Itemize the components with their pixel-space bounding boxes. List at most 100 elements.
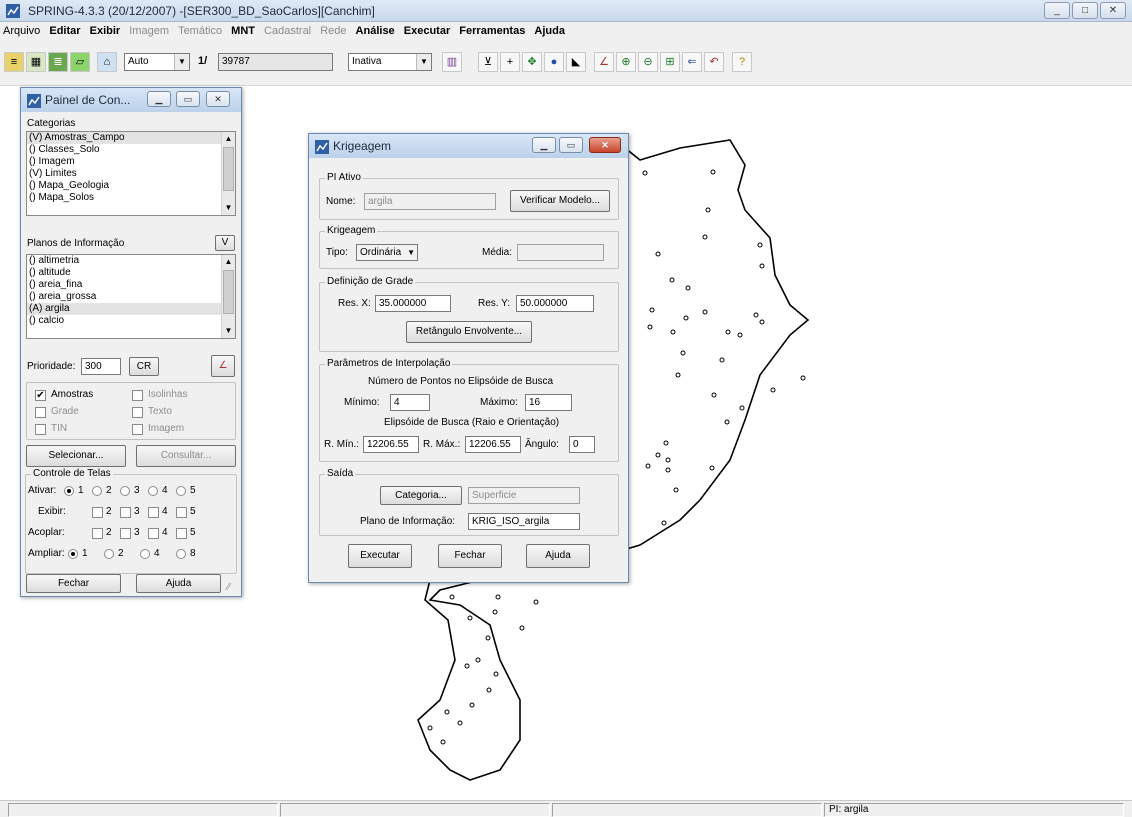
tin-checkbox[interactable] (35, 424, 46, 435)
acoplar-3-checkbox[interactable] (120, 528, 131, 539)
pi-ativo-label: PI Ativo (325, 172, 363, 183)
tipo-value: Ordinária (360, 247, 402, 258)
list-item[interactable]: (A) argila (27, 303, 235, 315)
planos-list[interactable]: () altimetria () altitude () areia_fina … (26, 254, 236, 339)
close-button[interactable]: ✕ (589, 137, 621, 153)
resy-label: Res. Y: (478, 298, 511, 309)
ativar-5-radio[interactable] (176, 486, 186, 496)
scrollbar[interactable]: ▲ ▼ (221, 132, 235, 215)
parametros-label: Parâmetros de Interpolação (325, 358, 453, 369)
exibir-3-label: 3 (134, 506, 140, 517)
krigeagem-titlebar: Krigeagem ▁ ▭ ✕ (309, 134, 628, 158)
ativar-3-radio[interactable] (120, 486, 130, 496)
resx-input[interactable]: 35.000000 (375, 295, 451, 312)
imagem-checkbox[interactable] (132, 424, 143, 435)
selecionar-button[interactable]: Selecionar... (26, 445, 126, 467)
krigeagem-group: Krigeagem Tipo: Ordinária ▼ Média: (319, 225, 619, 269)
list-item[interactable]: (V) Amostras_Campo (27, 132, 235, 144)
exibir-label: Exibir: (38, 506, 66, 517)
list-item[interactable]: () Imagem (27, 156, 235, 168)
list-item[interactable]: () areia_fina (27, 279, 235, 291)
controle-telas-label: Controle de Telas (31, 468, 113, 479)
isolinhas-checkbox[interactable] (132, 390, 143, 401)
acoplar-5-checkbox[interactable] (176, 528, 187, 539)
categorias-list[interactable]: (V) Amostras_Campo () Classes_Solo () Im… (26, 131, 236, 216)
list-item[interactable]: () calcio (27, 315, 235, 327)
resize-grip-icon[interactable]: ⁄⁄ (227, 582, 230, 593)
maximo-label: Máximo: (480, 397, 518, 408)
ativar-1-radio[interactable] (64, 486, 74, 496)
list-item[interactable]: () altimetria (27, 255, 235, 267)
resy-input[interactable]: 50.000000 (516, 295, 594, 312)
ampliar-2-radio[interactable] (104, 549, 114, 559)
ampliar-label: Ampliar: (28, 548, 65, 559)
nome-field: argila (364, 193, 496, 210)
amostras-checkbox[interactable]: ✔ (35, 390, 46, 401)
tipo-select[interactable]: Ordinária ▼ (356, 244, 418, 261)
close-button[interactable]: ✕ (206, 91, 230, 107)
panel-fechar-button[interactable]: Fechar (26, 574, 121, 593)
list-item[interactable]: () Mapa_Solos (27, 192, 235, 204)
scrollbar[interactable]: ▲ ▼ (221, 255, 235, 338)
maximize-button[interactable]: ▭ (559, 137, 583, 153)
edit-visual-icon[interactable]: ∠ (211, 355, 235, 377)
control-panel-window: Painel de Con... ▁ ▭ ✕ Categorias (V) Am… (20, 87, 242, 597)
scroll-thumb[interactable] (223, 147, 234, 191)
scroll-up-icon[interactable]: ▲ (222, 132, 235, 146)
ampliar-8-label: 8 (190, 548, 196, 559)
exibir-2-checkbox[interactable] (92, 507, 103, 518)
ampliar-4-radio[interactable] (140, 549, 150, 559)
exibir-3-checkbox[interactable] (120, 507, 131, 518)
prioridade-label: Prioridade: (27, 361, 76, 372)
ativar-4-radio[interactable] (148, 486, 158, 496)
planos-v-button[interactable]: V (215, 235, 235, 251)
cr-button[interactable]: CR (129, 357, 159, 376)
acoplar-4-checkbox[interactable] (148, 528, 159, 539)
prioridade-input[interactable]: 300 (81, 358, 121, 375)
list-item[interactable]: () areia_grossa (27, 291, 235, 303)
consultar-button[interactable]: Consultar... (136, 445, 236, 467)
scroll-down-icon[interactable]: ▼ (222, 324, 235, 338)
scroll-down-icon[interactable]: ▼ (222, 201, 235, 215)
ampliar-1-radio[interactable] (68, 549, 78, 559)
rmax-input[interactable]: 12206.55 (465, 436, 521, 453)
list-item[interactable]: (V) Limites (27, 168, 235, 180)
display-options-group: ✔ Amostras Isolinhas Grade Texto TIN Ima… (26, 382, 236, 440)
exibir-5-checkbox[interactable] (176, 507, 187, 518)
definicao-grade-label: Definição de Grade (325, 276, 416, 287)
window-icon (27, 94, 41, 108)
fechar-button[interactable]: Fechar (438, 544, 502, 568)
list-item[interactable]: () Classes_Solo (27, 144, 235, 156)
categoria-button[interactable]: Categoria... (380, 486, 462, 505)
amostras-label: Amostras (51, 389, 94, 400)
panel-ajuda-button[interactable]: Ajuda (136, 574, 221, 593)
tin-label: TIN (51, 423, 68, 434)
ampliar-8-radio[interactable] (176, 549, 186, 559)
list-item[interactable]: () altitude (27, 267, 235, 279)
exibir-4-checkbox[interactable] (148, 507, 159, 518)
maximo-input[interactable]: 16 (525, 394, 572, 411)
minimize-button[interactable]: ▁ (147, 91, 171, 107)
minimize-button[interactable]: ▁ (532, 137, 556, 153)
grade-checkbox[interactable] (35, 407, 46, 418)
status-cell-1 (8, 803, 278, 817)
rmin-input[interactable]: 12206.55 (363, 436, 419, 453)
imagem-label: Imagem (148, 423, 185, 434)
retangulo-envolvente-button[interactable]: Retângulo Envolvente... (406, 321, 532, 343)
scroll-up-icon[interactable]: ▲ (222, 255, 235, 269)
executar-button[interactable]: Executar (348, 544, 412, 568)
planos-label: Planos de Informação (27, 238, 125, 249)
verificar-modelo-button[interactable]: Verificar Modelo... (510, 190, 610, 212)
ativar-2-radio[interactable] (92, 486, 102, 496)
acoplar-2-checkbox[interactable] (92, 528, 103, 539)
list-item[interactable]: () Mapa_Geologia (27, 180, 235, 192)
minimo-input[interactable]: 4 (390, 394, 430, 411)
scroll-thumb[interactable] (223, 270, 234, 314)
angulo-input[interactable]: 0 (569, 436, 595, 453)
maximize-button[interactable]: ▭ (176, 91, 200, 107)
status-cell-2 (280, 803, 550, 817)
ajuda-button[interactable]: Ajuda (526, 544, 590, 568)
exibir-5-label: 5 (190, 506, 196, 517)
plano-informacao-input[interactable]: KRIG_ISO_argila (468, 513, 580, 530)
texto-checkbox[interactable] (132, 407, 143, 418)
